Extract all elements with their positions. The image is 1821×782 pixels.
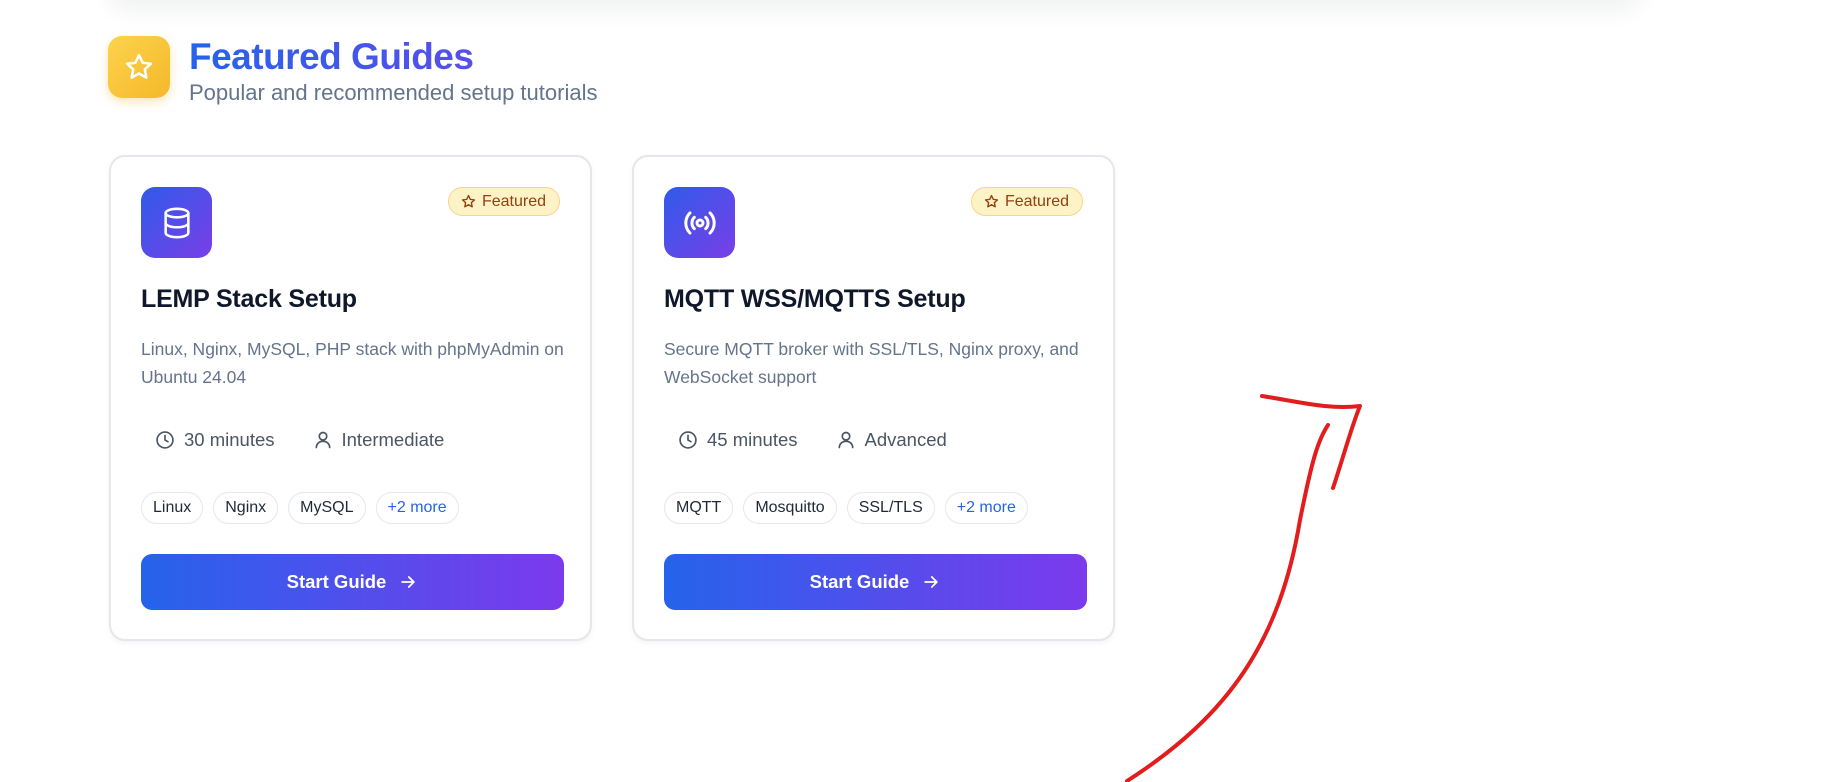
annotation-arrow xyxy=(1125,394,1362,782)
page: Featured Guides Popular and recommended … xyxy=(0,0,1821,782)
